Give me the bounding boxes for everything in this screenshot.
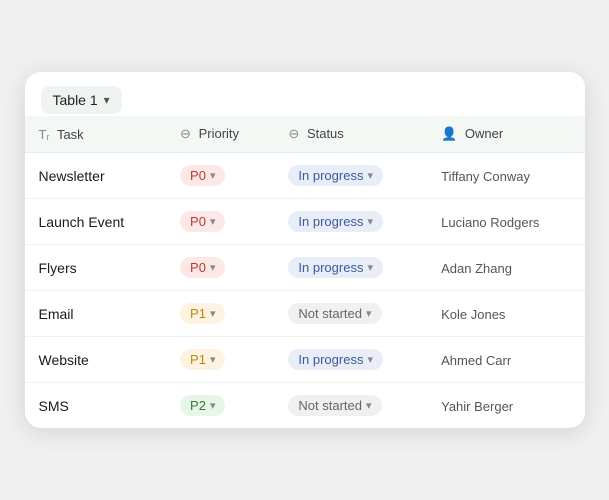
table-title-label: Table 1: [53, 92, 98, 108]
col-label-priority: Priority: [199, 126, 239, 141]
owner-name: Adan Zhang: [441, 261, 512, 276]
cell-owner: Ahmed Carr: [427, 337, 584, 383]
owner-col-icon: 👤: [441, 126, 457, 142]
col-label-owner: Owner: [465, 126, 503, 141]
table-row: Newsletter P0 ▾ In progress ▾ Tiffany Conwa…: [25, 153, 585, 199]
table-header-bar: Table 1 ▾: [25, 72, 585, 116]
task-name: Email: [39, 306, 74, 322]
cell-priority: P0 ▾: [166, 153, 274, 199]
status-dropdown-icon: ▾: [367, 169, 373, 182]
cell-priority: P2 ▾: [166, 383, 274, 429]
status-badge[interactable]: Not started ▾: [288, 395, 381, 416]
priority-badge[interactable]: P1 ▾: [180, 349, 225, 370]
cell-owner: Luciano Rodgers: [427, 199, 584, 245]
status-col-icon: ⊖: [288, 126, 299, 142]
cell-status: Not started ▾: [274, 383, 427, 429]
table-body: Newsletter P0 ▾ In progress ▾ Tiffany Conwa…: [25, 153, 585, 429]
task-name: Launch Event: [39, 214, 125, 230]
cell-task: Email: [25, 291, 167, 337]
main-table: Tᵣ Task ⊖ Priority ⊖ Status 👤 Owner News…: [25, 116, 585, 428]
cell-priority: P1 ▾: [166, 337, 274, 383]
status-badge[interactable]: Not started ▾: [288, 303, 381, 324]
priority-col-icon: ⊖: [180, 126, 191, 142]
priority-badge[interactable]: P0 ▾: [180, 211, 225, 232]
col-header-status: ⊖ Status: [274, 116, 427, 153]
cell-priority: P0 ▾: [166, 245, 274, 291]
table-row: SMS P2 ▾ Not started ▾ Yahir Berger: [25, 383, 585, 429]
cell-status: In progress ▾: [274, 153, 427, 199]
priority-dropdown-icon: ▾: [210, 169, 216, 182]
table-title-button[interactable]: Table 1 ▾: [41, 86, 122, 114]
cell-status: In progress ▾: [274, 245, 427, 291]
cell-owner: Tiffany Conway: [427, 153, 584, 199]
priority-dropdown-icon: ▾: [210, 261, 216, 274]
status-dropdown-icon: ▾: [366, 399, 372, 412]
owner-name: Ahmed Carr: [441, 353, 511, 368]
priority-badge[interactable]: P2 ▾: [180, 395, 225, 416]
task-name: Website: [39, 352, 89, 368]
task-name: Flyers: [39, 260, 77, 276]
cell-task: Launch Event: [25, 199, 167, 245]
cell-owner: Yahir Berger: [427, 383, 584, 429]
status-badge[interactable]: In progress ▾: [288, 257, 383, 278]
cell-task: Newsletter: [25, 153, 167, 199]
priority-dropdown-icon: ▾: [210, 307, 216, 320]
table-row: Launch Event P0 ▾ In progress ▾ Luciano Rod…: [25, 199, 585, 245]
cell-task: Website: [25, 337, 167, 383]
task-name: SMS: [39, 398, 69, 414]
owner-name: Kole Jones: [441, 307, 505, 322]
priority-badge[interactable]: P0 ▾: [180, 165, 225, 186]
status-dropdown-icon: ▾: [367, 215, 373, 228]
cell-status: Not started ▾: [274, 291, 427, 337]
table-row: Email P1 ▾ Not started ▾ Kole Jones: [25, 291, 585, 337]
status-badge[interactable]: In progress ▾: [288, 211, 383, 232]
col-header-task: Tᵣ Task: [25, 116, 167, 153]
priority-dropdown-icon: ▾: [210, 215, 216, 228]
priority-dropdown-icon: ▾: [210, 399, 216, 412]
col-label-status: Status: [307, 126, 344, 141]
col-header-priority: ⊖ Priority: [166, 116, 274, 153]
table-row: Website P1 ▾ In progress ▾ Ahmed Carr: [25, 337, 585, 383]
chevron-down-icon: ▾: [104, 93, 110, 107]
col-header-owner: 👤 Owner: [427, 116, 584, 153]
col-label-task: Task: [57, 127, 84, 142]
cell-status: In progress ▾: [274, 337, 427, 383]
cell-owner: Adan Zhang: [427, 245, 584, 291]
owner-name: Luciano Rodgers: [441, 215, 539, 230]
owner-name: Tiffany Conway: [441, 169, 530, 184]
header-row: Tᵣ Task ⊖ Priority ⊖ Status 👤 Owner: [25, 116, 585, 153]
table-head: Tᵣ Task ⊖ Priority ⊖ Status 👤 Owner: [25, 116, 585, 153]
table-row: Flyers P0 ▾ In progress ▾ Adan Zhang: [25, 245, 585, 291]
priority-badge[interactable]: P1 ▾: [180, 303, 225, 324]
table-card: Table 1 ▾ Tᵣ Task ⊖ Priority ⊖ Status: [25, 72, 585, 428]
cell-task: SMS: [25, 383, 167, 429]
status-dropdown-icon: ▾: [367, 353, 373, 366]
cell-status: In progress ▾: [274, 199, 427, 245]
cell-priority: P1 ▾: [166, 291, 274, 337]
status-badge[interactable]: In progress ▾: [288, 349, 383, 370]
status-dropdown-icon: ▾: [366, 307, 372, 320]
owner-name: Yahir Berger: [441, 399, 513, 414]
cell-task: Flyers: [25, 245, 167, 291]
priority-badge[interactable]: P0 ▾: [180, 257, 225, 278]
cell-priority: P0 ▾: [166, 199, 274, 245]
status-dropdown-icon: ▾: [367, 261, 373, 274]
cell-owner: Kole Jones: [427, 291, 584, 337]
task-col-icon: Tᵣ: [39, 127, 50, 142]
priority-dropdown-icon: ▾: [210, 353, 216, 366]
status-badge[interactable]: In progress ▾: [288, 165, 383, 186]
task-name: Newsletter: [39, 168, 105, 184]
